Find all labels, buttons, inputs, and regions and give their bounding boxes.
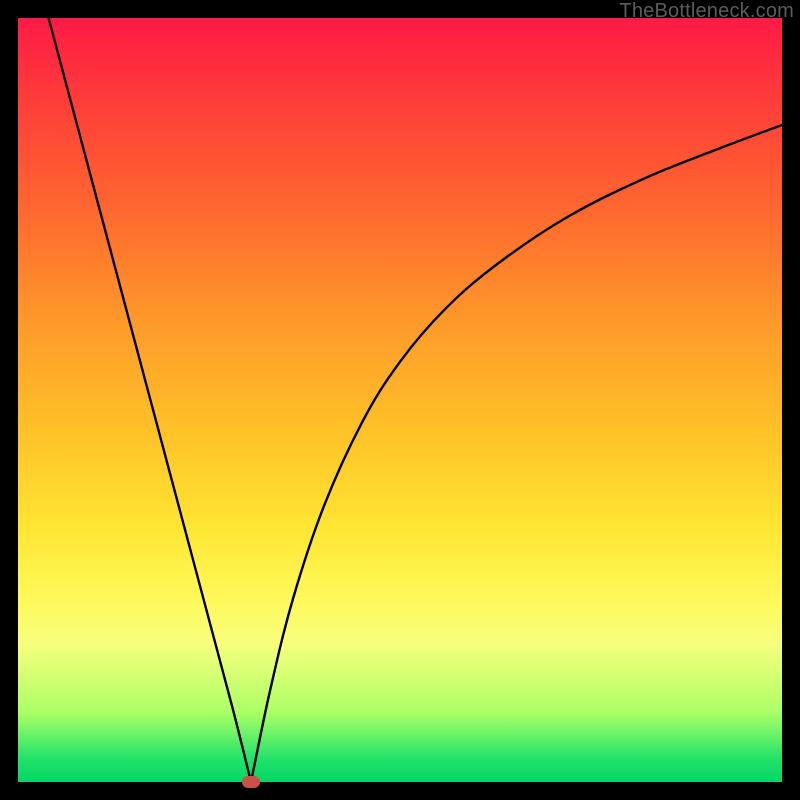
watermark-text: TheBottleneck.com (619, 0, 794, 23)
plot-area (18, 18, 782, 782)
bottleneck-curve (18, 18, 782, 782)
optimum-marker (242, 776, 260, 788)
